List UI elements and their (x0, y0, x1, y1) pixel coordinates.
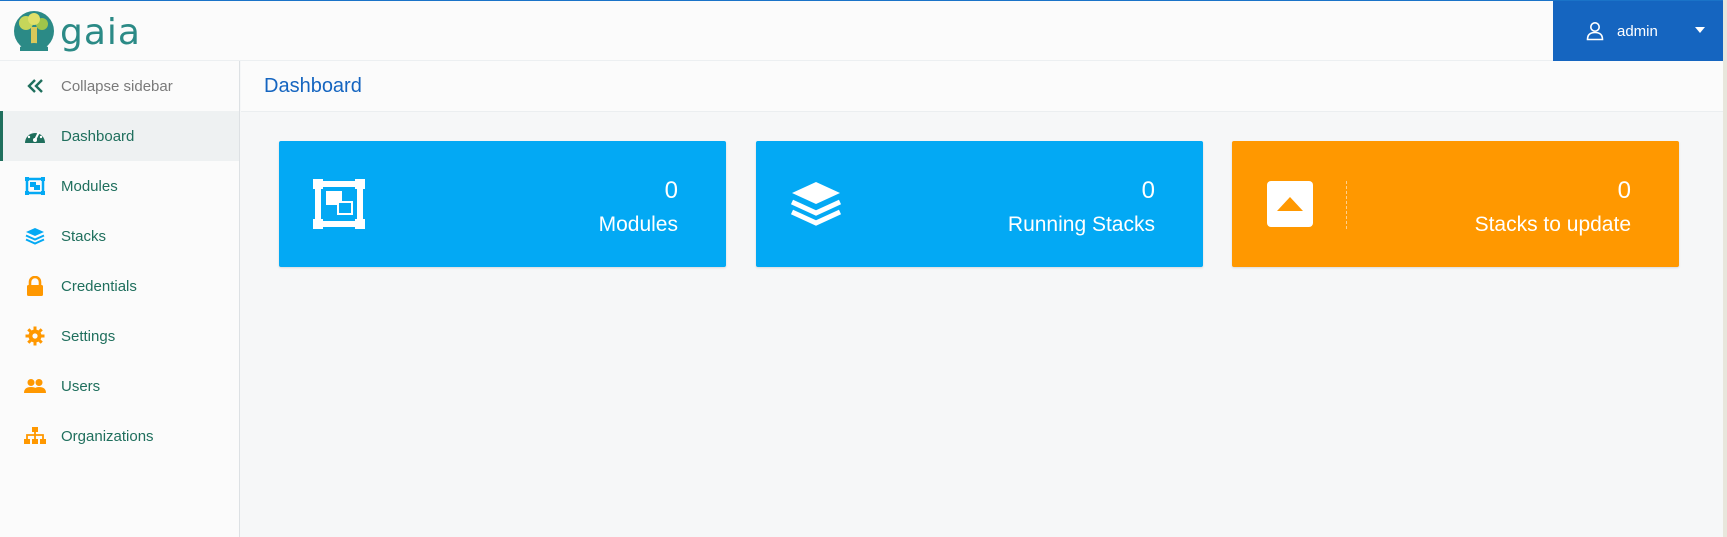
layers-icon (24, 225, 46, 247)
user-icon (1586, 22, 1604, 41)
gear-icon (24, 325, 46, 347)
lock-icon (24, 275, 46, 297)
sitemap-icon (24, 425, 46, 447)
sidebar-item-label: Organizations (61, 427, 154, 445)
sidebar-item-label: Dashboard (61, 127, 135, 145)
sidebar-item-label: Credentials (61, 277, 137, 295)
stacks-to-update-card-label: Stacks to update (1474, 213, 1631, 236)
gaia-logo[interactable]: gaia (12, 7, 141, 57)
modules-stat-card[interactable]: 0 Modules (279, 141, 726, 267)
running-stacks-count: 0 (1141, 177, 1155, 204)
user-name: admin (1617, 22, 1658, 40)
sidebar-item-settings[interactable]: Settings (0, 311, 239, 361)
stacks-to-update-stat-card[interactable]: 0 Stacks to update (1232, 141, 1679, 267)
page-title: Dashboard (264, 75, 362, 97)
running-stacks-card-label: Running Stacks (1007, 213, 1155, 236)
modules-card-label: Modules (598, 213, 678, 236)
top-bar: gaia admin (0, 0, 1727, 61)
stacks-to-update-count: 0 (1617, 177, 1631, 204)
sidebar-item-organizations[interactable]: Organizations (0, 411, 239, 461)
sidebar-item-stacks[interactable]: Stacks (0, 211, 239, 261)
sidebar-item-modules[interactable]: Modules (0, 161, 239, 211)
modules-icon (313, 179, 365, 229)
sidebar-item-users[interactable]: Users (0, 361, 239, 411)
collapse-sidebar-button[interactable]: Collapse sidebar (0, 61, 239, 111)
chevron-down-icon (1695, 27, 1705, 33)
sidebar-item-label: Users (61, 377, 101, 395)
sidebar: Collapse sidebar Dashboard Modules Stack… (0, 61, 240, 537)
window-edge (1723, 0, 1727, 537)
card-divider (1346, 181, 1347, 229)
running-stacks-stat-card[interactable]: 0 Running Stacks (756, 141, 1203, 267)
modules-icon (24, 175, 46, 197)
user-menu-button[interactable]: admin (1553, 1, 1723, 61)
collapse-sidebar-label: Collapse sidebar (61, 77, 173, 95)
sidebar-item-label: Settings (61, 327, 116, 345)
users-icon (24, 375, 46, 397)
sidebar-item-credentials[interactable]: Credentials (0, 261, 239, 311)
double-chevron-left-icon (24, 75, 46, 97)
sidebar-item-label: Modules (61, 177, 118, 195)
gaia-tree-icon (14, 11, 54, 51)
dashboard-gauge-icon (24, 125, 46, 147)
layers-icon (790, 179, 842, 229)
content-header: Dashboard (241, 61, 1723, 112)
sidebar-item-dashboard[interactable]: Dashboard (0, 111, 239, 161)
sidebar-item-label: Stacks (61, 227, 107, 245)
caret-up-square-icon (1267, 181, 1313, 227)
app-name: gaia (60, 11, 141, 53)
modules-count: 0 (664, 177, 678, 204)
